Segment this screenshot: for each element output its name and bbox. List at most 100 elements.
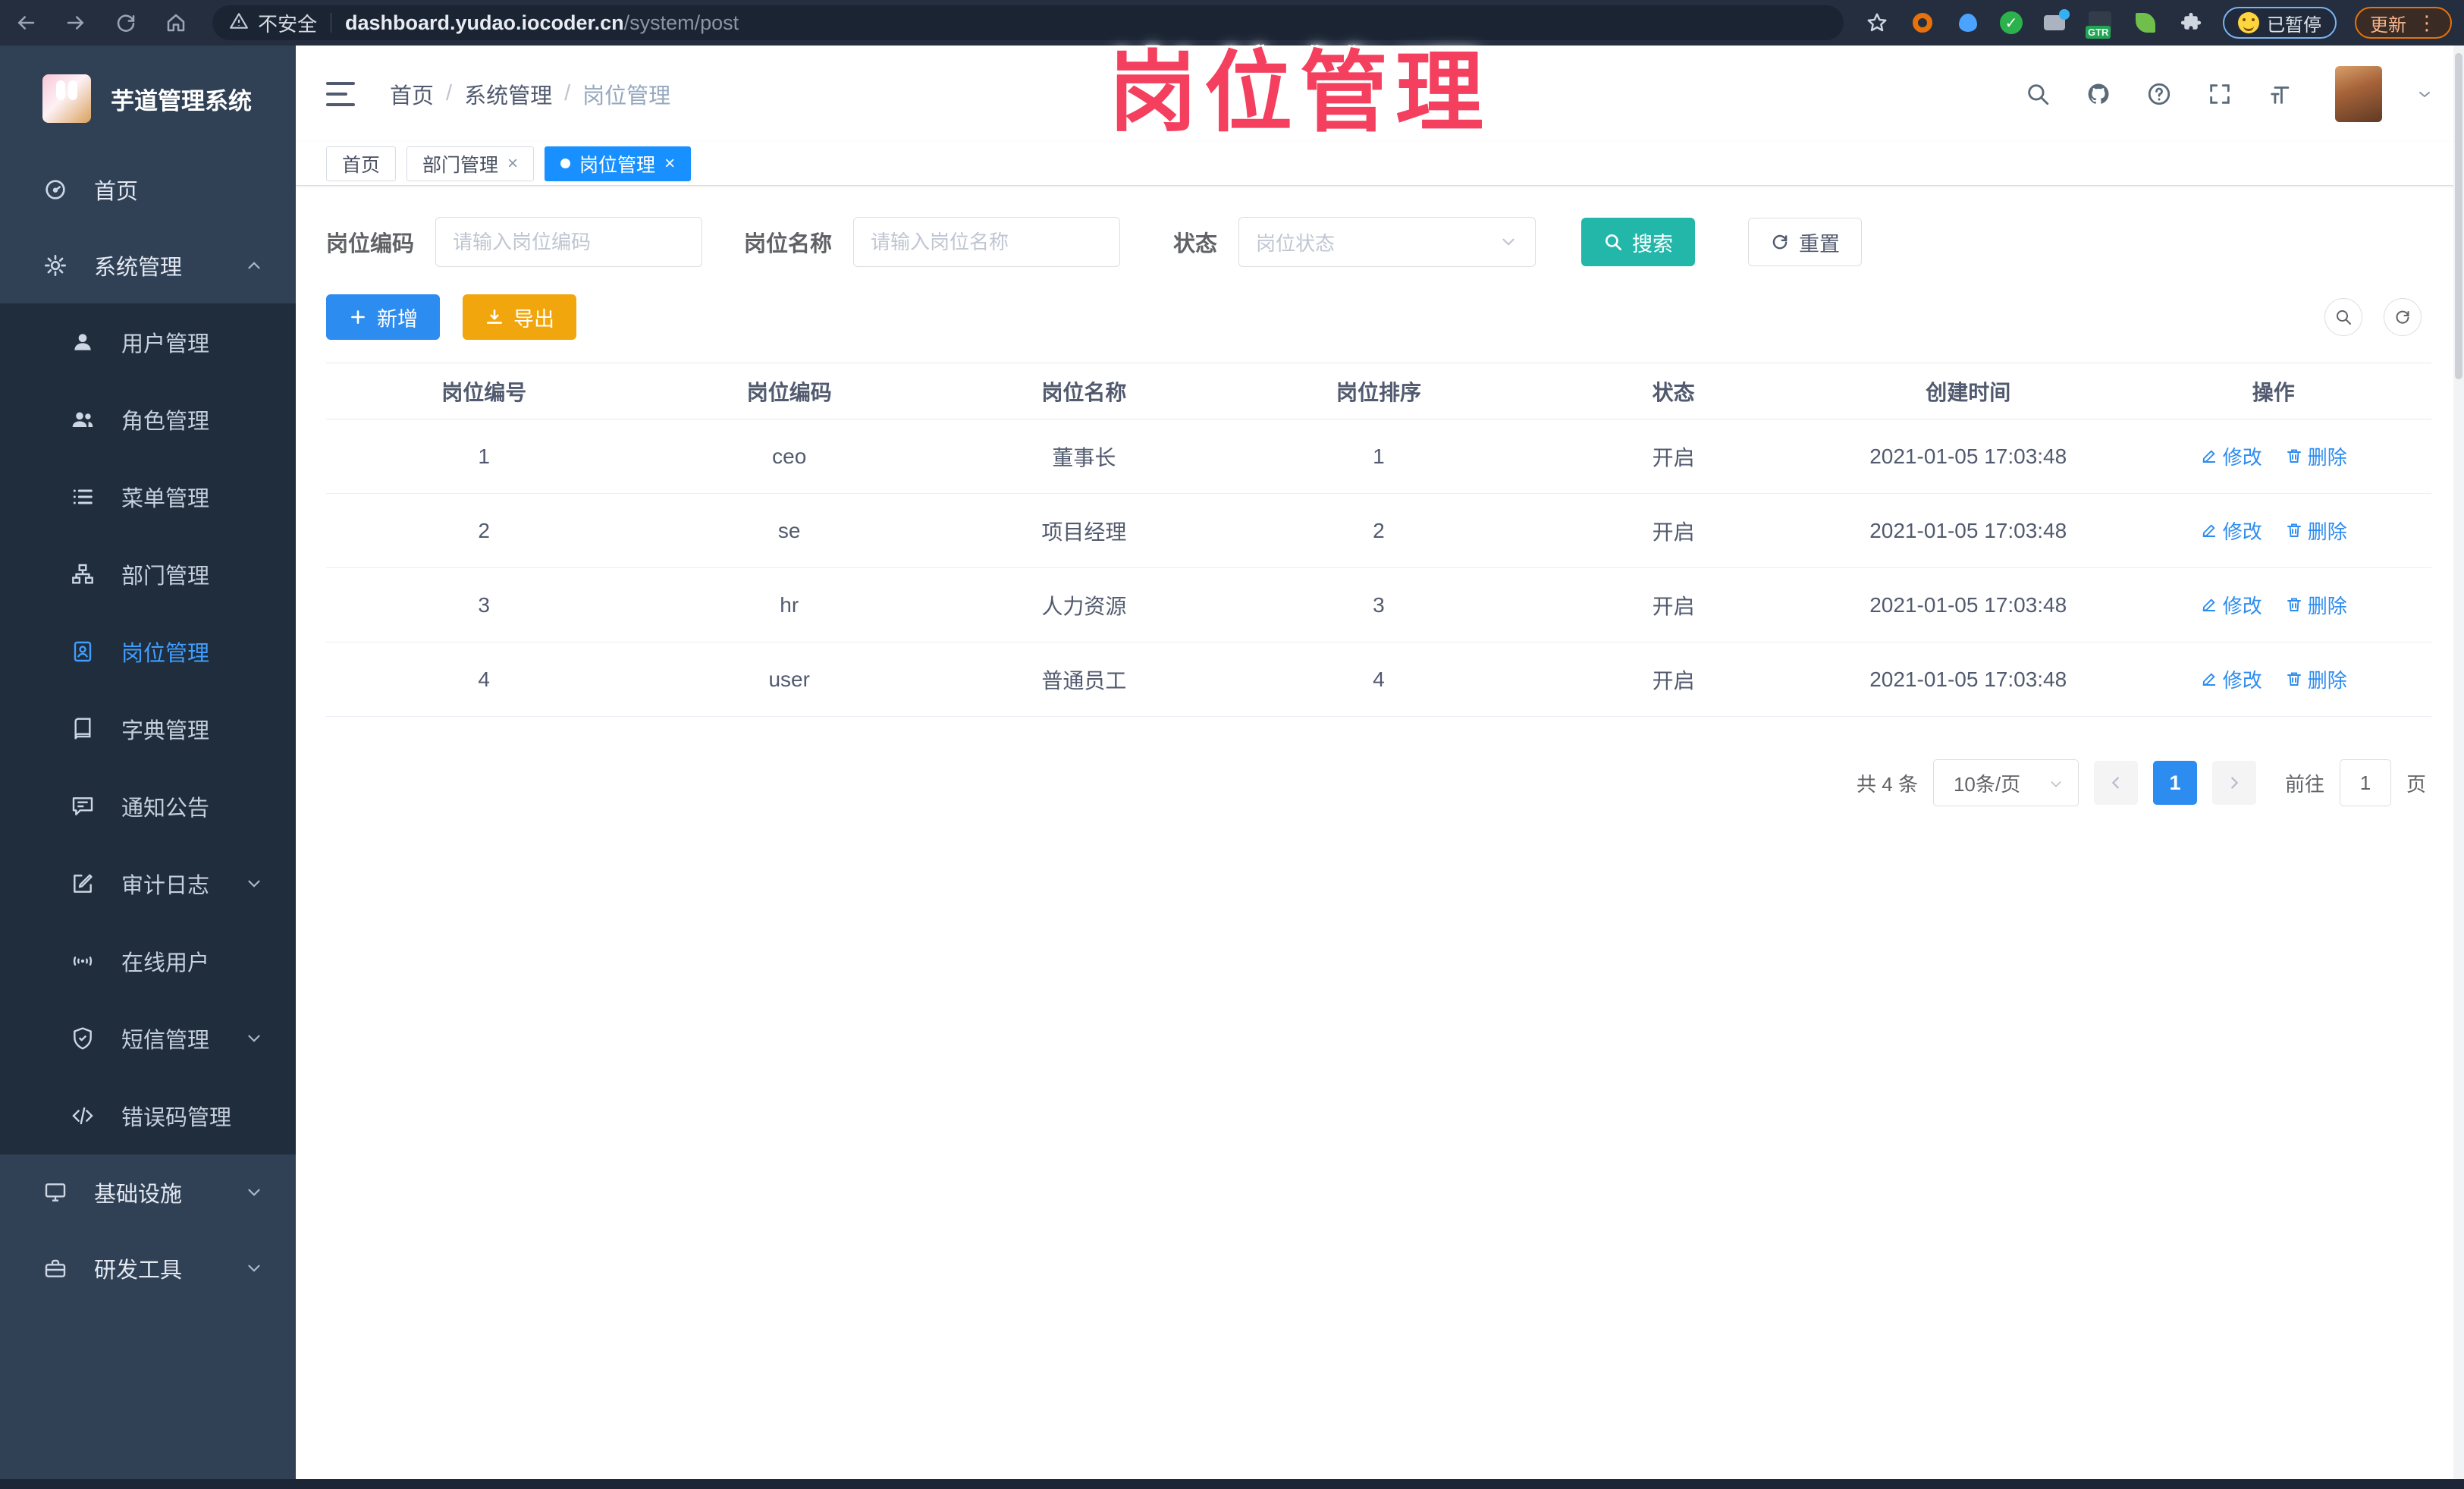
edit-link[interactable]: 修改	[2200, 517, 2262, 545]
tag-tab-首页[interactable]: 首页	[326, 146, 397, 181]
address-bar[interactable]: 不安全 dashboard.yudao.iocoder.cn/system/po…	[212, 5, 1844, 40]
sidebar-subitem-审计日志[interactable]: 审计日志	[0, 845, 296, 922]
tag-tab-岗位管理[interactable]: 岗位管理 ×	[545, 146, 692, 181]
security-label[interactable]: 不安全	[258, 9, 317, 37]
extension-gtr-icon[interactable]: GTR	[2086, 9, 2114, 39]
app-logo	[42, 74, 91, 123]
page-number-button[interactable]: 1	[2152, 761, 2197, 805]
close-icon[interactable]: ×	[664, 154, 675, 173]
table-row: 1 ceo 董事长 1 开启 2021-01-05 17:03:48 修改 删除	[326, 419, 2431, 494]
delete-link[interactable]: 删除	[2285, 442, 2347, 470]
status-select[interactable]: 岗位状态	[1238, 217, 1536, 267]
sidebar-subitem-在线用户[interactable]: 在线用户	[0, 922, 296, 1000]
search-button[interactable]: 搜索	[1581, 218, 1696, 266]
github-icon[interactable]	[2085, 80, 2112, 108]
delete-link[interactable]: 删除	[2285, 665, 2347, 693]
sidebar-subitem-错误码管理[interactable]: 错误码管理	[0, 1077, 296, 1154]
extension-people-icon[interactable]	[2041, 9, 2070, 36]
sidebar-subitem-菜单管理[interactable]: 菜单管理	[0, 458, 296, 536]
sidebar-subitem-通知公告[interactable]: 通知公告	[0, 768, 296, 845]
url-text[interactable]: dashboard.yudao.iocoder.cn/system/post	[345, 11, 739, 35]
chevron-down-icon	[244, 1183, 264, 1202]
page-scrollbar[interactable]	[2453, 46, 2464, 1479]
help-icon[interactable]	[2145, 80, 2173, 108]
delete-link[interactable]: 删除	[2285, 591, 2347, 619]
scrollbar-thumb[interactable]	[2455, 53, 2462, 379]
goto-page-input[interactable]	[2339, 759, 2391, 806]
edit-label: 修改	[2222, 594, 2262, 617]
sidebar-item-系统管理[interactable]: 系统管理	[0, 228, 296, 303]
page-header: 首页 / 系统管理 / 岗位管理	[296, 46, 2464, 142]
column-header-创建时间: 创建时间	[1820, 363, 2116, 419]
reset-button[interactable]: 重置	[1748, 218, 1863, 266]
sidebar-subitem-字典管理[interactable]: 字典管理	[0, 690, 296, 768]
menu-item-label: 岗位管理	[121, 642, 210, 666]
edit-link[interactable]: 修改	[2200, 442, 2262, 470]
update-button[interactable]: 更新 ⋮	[2355, 7, 2452, 39]
cell-created: 2021-01-05 17:03:48	[1820, 567, 2116, 642]
cell-sort: 3	[1231, 567, 1527, 642]
cell-code: se	[642, 493, 937, 568]
kebab-menu-icon[interactable]: ⋮	[2417, 11, 2437, 35]
extensions-puzzle-icon[interactable]	[2177, 9, 2205, 36]
home-icon[interactable]	[162, 9, 190, 36]
tag-tab-部门管理[interactable]: 部门管理 ×	[406, 146, 535, 181]
show-search-toggle-button[interactable]	[2324, 298, 2362, 336]
user-avatar[interactable]	[2335, 65, 2382, 122]
sidebar-item-研发工具[interactable]: 研发工具	[0, 1230, 296, 1306]
sidebar-collapse-icon[interactable]	[326, 81, 355, 106]
menu-list-icon	[70, 484, 96, 510]
sidebar-item-首页[interactable]: 首页	[0, 152, 296, 228]
sidebar-subitem-短信管理[interactable]: 短信管理	[0, 1000, 296, 1077]
cell-name: 人力资源	[937, 567, 1232, 642]
sidebar-subitem-角色管理[interactable]: 角色管理	[0, 381, 296, 458]
forward-icon[interactable]	[62, 9, 89, 36]
extension-check-icon[interactable]: ✓	[2000, 11, 2023, 34]
export-button[interactable]: 导出	[463, 294, 576, 340]
font-size-icon[interactable]	[2267, 80, 2294, 108]
reload-icon[interactable]	[112, 9, 140, 36]
prev-page-button[interactable]	[2093, 761, 2138, 805]
sidebar-item-基础设施[interactable]: 基础设施	[0, 1154, 296, 1230]
cell-status: 开启	[1526, 567, 1821, 642]
menu-item-label: 基础设施	[94, 1183, 183, 1207]
cell-status: 开启	[1526, 419, 1821, 494]
edit-link[interactable]: 修改	[2200, 591, 2262, 619]
post-code-input[interactable]	[435, 217, 703, 267]
next-page-button[interactable]	[2211, 761, 2256, 805]
breadcrumb-item-首页[interactable]: 首页	[390, 78, 434, 110]
avatar-caret-down-icon[interactable]	[2415, 85, 2434, 103]
edit-link[interactable]: 修改	[2200, 665, 2262, 693]
bookmark-star-icon[interactable]	[1863, 9, 1891, 36]
role-icon	[70, 407, 96, 432]
cell-id: 1	[326, 419, 642, 494]
search-icon[interactable]	[2024, 80, 2051, 108]
gear-icon	[42, 253, 68, 278]
sidebar-subitem-用户管理[interactable]: 用户管理	[0, 303, 296, 381]
cell-actions: 修改 删除	[2115, 642, 2431, 717]
app-logo-row[interactable]: 芋道管理系统	[0, 46, 296, 152]
delete-link[interactable]: 删除	[2285, 517, 2347, 545]
refresh-button[interactable]	[2384, 298, 2422, 336]
extension-pin-icon[interactable]	[1954, 9, 1982, 36]
error-code-icon	[70, 1103, 96, 1129]
page-size-value: 10条/页	[1953, 772, 2021, 796]
sidebar-subitem-岗位管理[interactable]: 岗位管理	[0, 613, 296, 690]
table-header-row: 岗位编号 岗位编码 岗位名称 岗位排序 状态 创建时间 操作	[326, 363, 2431, 419]
back-icon[interactable]	[12, 9, 39, 36]
breadcrumb-item-系统管理[interactable]: 系统管理	[464, 78, 552, 110]
sidebar-subitem-部门管理[interactable]: 部门管理	[0, 536, 296, 613]
extension-orange-icon[interactable]	[1909, 9, 1936, 36]
profile-paused-badge[interactable]: 已暂停	[2223, 7, 2337, 39]
extension-leaf-icon[interactable]	[2132, 9, 2159, 36]
page-size-select[interactable]: 10条/页	[1932, 759, 2079, 806]
fullscreen-icon[interactable]	[2206, 80, 2233, 108]
table-body: 1 ceo 董事长 1 开启 2021-01-05 17:03:48 修改 删除 2 se 项目经理…	[326, 419, 2431, 717]
post-name-input[interactable]	[853, 217, 1121, 267]
infra-monitor-icon	[42, 1180, 68, 1205]
close-icon[interactable]: ×	[507, 154, 518, 173]
add-button-label: 新增	[377, 307, 418, 331]
add-button[interactable]: 新增	[326, 294, 440, 340]
table-row: 4 user 普通员工 4 开启 2021-01-05 17:03:48 修改 删除	[326, 642, 2431, 717]
url-path: /system/post	[623, 11, 739, 34]
